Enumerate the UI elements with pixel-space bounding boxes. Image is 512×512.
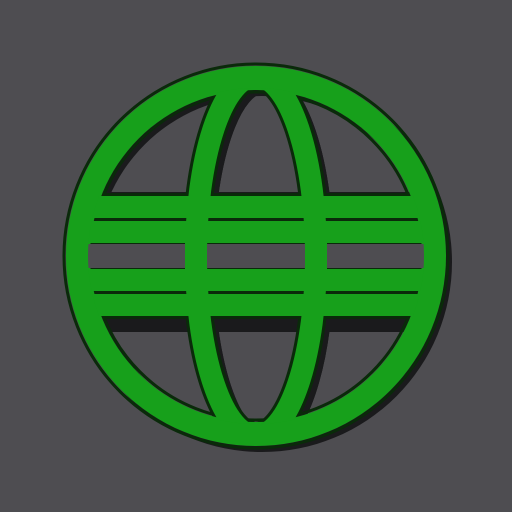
equator-gap	[88, 244, 424, 268]
globe-icon	[0, 0, 512, 512]
app-icon[interactable]	[0, 0, 512, 512]
